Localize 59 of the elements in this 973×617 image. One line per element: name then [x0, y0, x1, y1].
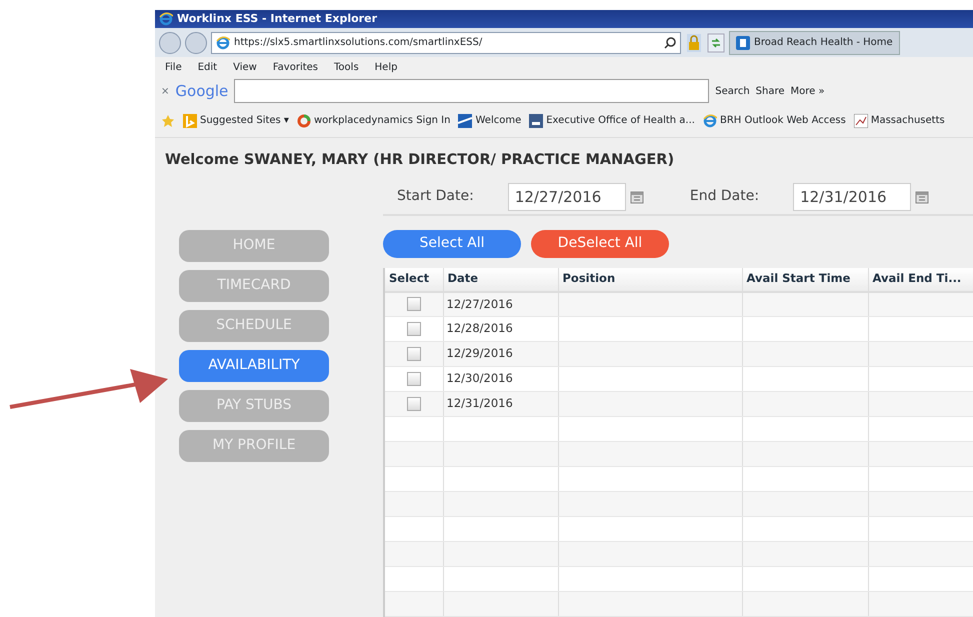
checkbox[interactable] [406, 397, 421, 412]
select-all-button[interactable]: Select All [383, 230, 521, 258]
menu-item[interactable]: View [233, 60, 257, 75]
browser-logo-icon [159, 12, 173, 26]
favorite-link[interactable]: Suggested Sites ▾ [200, 113, 289, 128]
checkbox[interactable] [406, 372, 421, 386]
more-button[interactable]: More » [790, 84, 825, 99]
flag-icon [458, 114, 472, 128]
google-logo: Google [175, 80, 228, 102]
welcome-text: Welcome SWANEY, MARY (HR DIRECTOR/ PRACTICE MANAGER) [165, 150, 676, 170]
favorite-link[interactable]: BRH Outlook Web Access [720, 113, 846, 128]
bing-icon [183, 114, 197, 128]
end-date-label: End Date: [690, 187, 760, 206]
favorite-link[interactable]: Executive Office of Health a... [546, 113, 695, 128]
table-cell: 12/27/2016 [443, 292, 558, 317]
site-icon [736, 36, 750, 50]
start-date-field[interactable]: 12/27/2016 [508, 182, 626, 211]
column-header: Avail Start Time [742, 268, 868, 292]
end-date-field[interactable]: 12/31/2016 [793, 182, 912, 211]
browser-tab[interactable]: Broad Reach Health - Home [729, 30, 900, 55]
url-text: https://slx5.smartlinxsolutions.com/smartlinxESS/ [234, 36, 482, 50]
calendar-icon[interactable] [630, 190, 644, 204]
calendar-icon[interactable] [915, 190, 930, 204]
checkbox[interactable] [406, 322, 421, 336]
forward-button[interactable] [185, 32, 207, 54]
table-cell: 12/29/2016 [443, 342, 558, 367]
back-button[interactable] [159, 32, 181, 54]
ring-icon [296, 114, 311, 128]
menu-item[interactable]: Edit [198, 60, 218, 75]
start-date-label: Start Date: [397, 187, 474, 206]
favorite-link[interactable]: Welcome [475, 113, 522, 128]
close-button[interactable]: × [161, 84, 170, 99]
menu-item[interactable]: Tools [334, 60, 359, 75]
browser-logo-icon [702, 114, 717, 128]
table-cell: 12/31/2016 [443, 392, 558, 417]
column-header: Position [558, 268, 742, 292]
refresh-icon[interactable] [707, 32, 725, 53]
search-icon[interactable] [664, 36, 676, 49]
checkbox[interactable] [406, 347, 421, 362]
menu-item[interactable]: Help [374, 60, 398, 75]
favorite-link[interactable]: Massachusetts [870, 113, 945, 128]
lock-icon[interactable] [685, 32, 703, 53]
address-field[interactable]: https://slx5.smartlinxsolutions.com/smartlinxESS/ [211, 32, 681, 54]
search-button[interactable]: Search [715, 84, 750, 99]
menu-item[interactable]: File [165, 60, 182, 75]
document-icon [529, 114, 544, 128]
share-button[interactable]: Share [756, 84, 785, 99]
favorite-link[interactable]: workplacedynamics Sign In [314, 113, 450, 128]
window-title: Worklinx ESS - Internet Explorer [177, 10, 377, 27]
column-header: Avail End Ti... [868, 268, 973, 292]
page-icon [216, 36, 230, 50]
column-header: Date [443, 268, 558, 292]
column-header: Select [385, 268, 443, 292]
search-field[interactable] [234, 79, 710, 104]
chart-icon [854, 114, 868, 128]
star-icon [161, 114, 175, 128]
nav-button[interactable]: AVAILABILITY [179, 350, 329, 382]
checkbox[interactable] [406, 297, 421, 312]
menu-item[interactable]: Favorites [272, 60, 318, 75]
